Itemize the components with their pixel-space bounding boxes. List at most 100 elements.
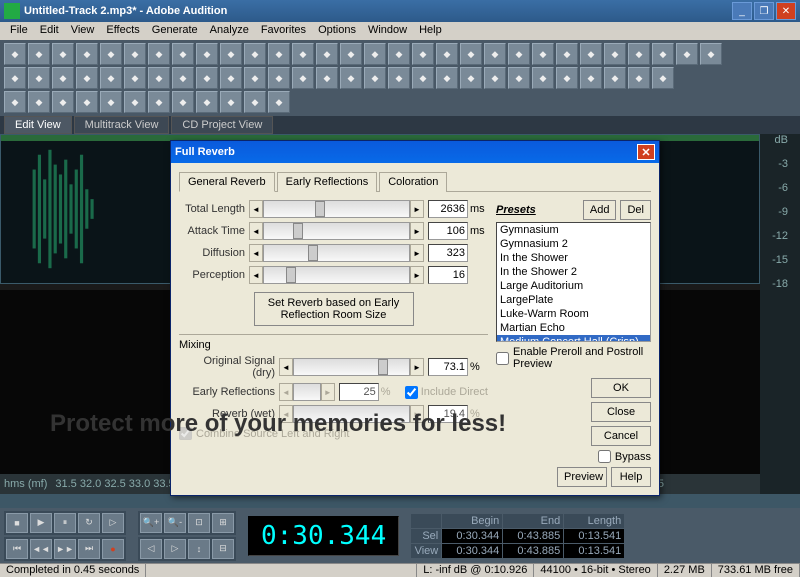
toolbar-button[interactable]: ◆ <box>244 91 266 113</box>
zoom-reset-button[interactable]: ⊟ <box>212 539 234 559</box>
pause-button[interactable]: ⏸ <box>54 513 76 533</box>
preset-item[interactable]: Martian Echo <box>497 321 650 335</box>
zoom-out-button[interactable]: 🔍- <box>164 513 186 533</box>
menu-effects[interactable]: Effects <box>100 22 145 40</box>
toolbar-button[interactable]: ◆ <box>556 67 578 89</box>
toolbar-button[interactable]: ◆ <box>148 67 170 89</box>
tab-coloration[interactable]: Coloration <box>379 172 447 192</box>
zoom-in-button[interactable]: 🔍+ <box>140 513 162 533</box>
toolbar-button[interactable]: ◆ <box>76 43 98 65</box>
toolbar-button[interactable]: ◆ <box>316 67 338 89</box>
toolbar-button[interactable]: ◆ <box>604 43 626 65</box>
toolbar-button[interactable]: ◆ <box>700 43 722 65</box>
original-dec[interactable]: ◄ <box>279 358 293 376</box>
toolbar-button[interactable]: ◆ <box>124 67 146 89</box>
toolbar-button[interactable]: ◆ <box>292 67 314 89</box>
rewind-button[interactable]: ◄◄ <box>30 539 52 559</box>
toolbar-button[interactable]: ◆ <box>436 43 458 65</box>
toolbar-button[interactable]: ◆ <box>268 91 290 113</box>
stop-button[interactable]: ■ <box>6 513 28 533</box>
toolbar-button[interactable]: ◆ <box>484 43 506 65</box>
help-button[interactable]: Help <box>611 467 651 487</box>
menu-options[interactable]: Options <box>312 22 362 40</box>
toolbar-button[interactable]: ◆ <box>100 67 122 89</box>
toolbar-button[interactable]: ◆ <box>628 67 650 89</box>
go-start-button[interactable]: ⏮ <box>6 539 28 559</box>
go-end-button[interactable]: ⏭ <box>78 539 100 559</box>
toolbar-button[interactable]: ◆ <box>4 91 26 113</box>
toolbar-button[interactable]: ◆ <box>76 67 98 89</box>
toolbar-button[interactable]: ◆ <box>292 43 314 65</box>
toolbar-button[interactable]: ◆ <box>364 67 386 89</box>
preset-item[interactable]: Medium Concert Hall (Crisp) <box>497 335 650 342</box>
preset-item[interactable]: Luke-Warm Room <box>497 307 650 321</box>
menu-file[interactable]: File <box>4 22 34 40</box>
toolbar-button[interactable]: ◆ <box>412 67 434 89</box>
toolbar-button[interactable]: ◆ <box>532 67 554 89</box>
toolbar-button[interactable]: ◆ <box>508 43 530 65</box>
toolbar-button[interactable]: ◆ <box>676 43 698 65</box>
toolbar-button[interactable]: ◆ <box>100 91 122 113</box>
total-length-slider[interactable] <box>263 200 410 218</box>
include-direct-checkbox[interactable] <box>405 386 418 399</box>
play-selection-button[interactable]: ▷ <box>102 513 124 533</box>
maximize-button[interactable]: ❐ <box>754 2 774 20</box>
original-inc[interactable]: ► <box>410 358 424 376</box>
record-button[interactable]: ● <box>102 539 124 559</box>
toolbar-button[interactable]: ◆ <box>52 67 74 89</box>
perception-dec[interactable]: ◄ <box>249 266 263 284</box>
menu-generate[interactable]: Generate <box>146 22 204 40</box>
toolbar-button[interactable]: ◆ <box>220 67 242 89</box>
toolbar-button[interactable]: ◆ <box>100 43 122 65</box>
preview-button[interactable]: Preview <box>557 467 607 487</box>
toolbar-button[interactable]: ◆ <box>436 67 458 89</box>
toolbar-button[interactable]: ◆ <box>220 91 242 113</box>
perception-input[interactable] <box>428 266 468 284</box>
zoom-full-button[interactable]: ⊡ <box>188 513 210 533</box>
toolbar-button[interactable]: ◆ <box>460 67 482 89</box>
toolbar-button[interactable]: ◆ <box>388 43 410 65</box>
total-length-inc[interactable]: ► <box>410 200 424 218</box>
menu-favorites[interactable]: Favorites <box>255 22 312 40</box>
tab-cd-project-view[interactable]: CD Project View <box>171 116 273 134</box>
toolbar-button[interactable]: ◆ <box>28 43 50 65</box>
set-reverb-button[interactable]: Set Reverb based on Early Reflection Roo… <box>254 292 414 326</box>
menu-help[interactable]: Help <box>413 22 448 40</box>
zoom-selection-button[interactable]: ⊞ <box>212 513 234 533</box>
ok-button[interactable]: OK <box>591 378 651 398</box>
toolbar-button[interactable]: ◆ <box>412 43 434 65</box>
perception-slider[interactable] <box>263 266 410 284</box>
toolbar-button[interactable]: ◆ <box>244 67 266 89</box>
attack-time-input[interactable] <box>428 222 468 240</box>
diffusion-input[interactable] <box>428 244 468 262</box>
toolbar-button[interactable]: ◆ <box>172 91 194 113</box>
toolbar-button[interactable]: ◆ <box>388 67 410 89</box>
attack-time-inc[interactable]: ► <box>410 222 424 240</box>
toolbar-button[interactable]: ◆ <box>604 67 626 89</box>
toolbar-button[interactable]: ◆ <box>340 43 362 65</box>
toolbar-button[interactable]: ◆ <box>484 67 506 89</box>
toolbar-button[interactable]: ◆ <box>460 43 482 65</box>
minimize-button[interactable]: _ <box>732 2 752 20</box>
toolbar-button[interactable]: ◆ <box>580 43 602 65</box>
perception-inc[interactable]: ► <box>410 266 424 284</box>
close-button[interactable]: ✕ <box>776 2 796 20</box>
preset-add-button[interactable]: Add <box>583 200 617 220</box>
preset-item[interactable]: LargePlate <box>497 293 650 307</box>
toolbar-button[interactable]: ◆ <box>196 91 218 113</box>
toolbar-button[interactable]: ◆ <box>508 67 530 89</box>
preset-item[interactable]: Gymnasium 2 <box>497 237 650 251</box>
toolbar-button[interactable]: ◆ <box>580 67 602 89</box>
tab-edit-view[interactable]: Edit View <box>4 116 72 134</box>
toolbar-button[interactable]: ◆ <box>52 43 74 65</box>
menu-view[interactable]: View <box>65 22 101 40</box>
play-loop-button[interactable]: ↻ <box>78 513 100 533</box>
zoom-in-right-button[interactable]: ▷ <box>164 539 186 559</box>
attack-time-slider[interactable] <box>263 222 410 240</box>
enable-preroll-checkbox[interactable] <box>496 352 509 365</box>
preset-del-button[interactable]: Del <box>620 200 651 220</box>
total-length-input[interactable] <box>428 200 468 218</box>
tab-multitrack-view[interactable]: Multitrack View <box>74 116 170 134</box>
toolbar-button[interactable]: ◆ <box>148 91 170 113</box>
toolbar-button[interactable]: ◆ <box>220 43 242 65</box>
